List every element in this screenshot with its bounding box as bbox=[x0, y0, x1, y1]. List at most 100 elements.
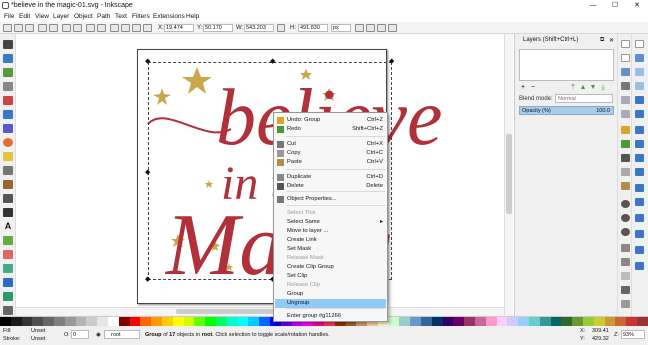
menu-file[interactable]: File bbox=[4, 13, 14, 20]
menu-path[interactable]: Path bbox=[97, 13, 110, 20]
context-menu-item[interactable]: Move to layer ... bbox=[275, 227, 386, 236]
snap-bbox-icon[interactable] bbox=[635, 54, 644, 62]
spiral-tool-icon[interactable] bbox=[3, 166, 13, 175]
snap-text-baseline-icon[interactable] bbox=[635, 214, 644, 222]
mesh-tool-icon[interactable] bbox=[3, 292, 13, 301]
zoom-tool-icon[interactable] bbox=[3, 82, 13, 91]
text-tool-icon[interactable]: A bbox=[3, 222, 13, 231]
paint-bucket-tool-icon[interactable] bbox=[3, 264, 13, 273]
palette-swatch[interactable] bbox=[226, 317, 238, 326]
palette-swatch[interactable] bbox=[561, 317, 573, 326]
palette-swatch[interactable] bbox=[572, 317, 584, 326]
save-file-icon[interactable] bbox=[621, 68, 630, 76]
minimize-button[interactable]: — bbox=[586, 1, 600, 11]
new-document-icon[interactable] bbox=[3, 24, 12, 32]
raise-icon[interactable] bbox=[121, 24, 130, 32]
opacity-slider[interactable]: Opacity (%) 100.0 bbox=[519, 106, 614, 115]
scale-handle-bottom-left[interactable]: ◆ bbox=[145, 276, 150, 283]
snap-page-border-icon[interactable] bbox=[635, 230, 644, 238]
vertical-scrollbar[interactable] bbox=[504, 34, 513, 315]
context-menu-item[interactable]: Create Clip Group bbox=[275, 263, 386, 272]
scale-handle-left[interactable]: ◆ bbox=[145, 169, 150, 176]
panel-float-icon[interactable]: ⧉ bbox=[600, 37, 604, 44]
context-menu-item[interactable]: Select Same ▸ bbox=[275, 218, 386, 227]
copy-toolbar-icon[interactable] bbox=[621, 154, 630, 162]
palette-swatch[interactable] bbox=[539, 317, 551, 326]
3d-box-tool-icon[interactable] bbox=[3, 124, 13, 133]
raise-to-top-icon[interactable] bbox=[110, 24, 119, 32]
gradient-tool-icon[interactable] bbox=[3, 278, 13, 287]
vertical-scroll-thumb[interactable] bbox=[506, 134, 512, 214]
opacity-spinbox[interactable]: 0 bbox=[71, 330, 89, 339]
palette-swatch[interactable] bbox=[183, 317, 195, 326]
unlink-clone-icon[interactable] bbox=[621, 272, 630, 280]
zoom-page-icon[interactable] bbox=[621, 228, 630, 236]
palette-swatch[interactable] bbox=[151, 317, 162, 326]
palette-swatch[interactable] bbox=[453, 317, 465, 326]
palette-swatch[interactable] bbox=[507, 317, 519, 326]
snap-nodes-icon[interactable] bbox=[635, 96, 644, 104]
lower-layer-icon[interactable]: ▼ bbox=[589, 84, 597, 92]
snap-smooth-nodes-icon[interactable] bbox=[635, 154, 644, 162]
paste-toolbar-icon[interactable] bbox=[621, 182, 630, 190]
pen-tool-icon[interactable] bbox=[3, 194, 13, 203]
flip-vertical-icon[interactable] bbox=[97, 24, 106, 32]
palette-swatch[interactable] bbox=[431, 317, 443, 326]
context-menu-item[interactable]: Redo Shift+Ctrl+Z bbox=[275, 125, 386, 134]
star-tool-icon[interactable] bbox=[3, 152, 13, 161]
palette-swatch[interactable] bbox=[388, 317, 400, 326]
palette-swatch[interactable] bbox=[97, 317, 108, 326]
palette-swatch[interactable] bbox=[485, 317, 497, 326]
panel-close-icon[interactable]: ✕ bbox=[609, 37, 614, 44]
palette-swatch[interactable] bbox=[107, 317, 119, 326]
zoom-drawing-icon[interactable] bbox=[621, 214, 630, 222]
calligraphy-tool-icon[interactable] bbox=[3, 208, 13, 217]
context-menu-item[interactable]: Cut Ctrl+X bbox=[275, 140, 386, 149]
palette-swatch[interactable] bbox=[637, 317, 648, 326]
rotate-cw-icon[interactable] bbox=[73, 24, 82, 32]
palette-swatch[interactable] bbox=[194, 317, 206, 326]
snap-paths-icon[interactable] bbox=[635, 110, 644, 118]
palette-swatch[interactable] bbox=[53, 317, 65, 326]
raise-layer-icon[interactable]: ▲ bbox=[579, 84, 587, 92]
clone-icon[interactable] bbox=[621, 258, 630, 266]
context-menu-item[interactable]: Copy Ctrl+C bbox=[275, 149, 386, 158]
palette-swatch[interactable] bbox=[205, 317, 216, 326]
palette-swatch[interactable] bbox=[215, 317, 227, 326]
layers-list[interactable] bbox=[519, 49, 614, 81]
palette-swatch[interactable] bbox=[399, 317, 411, 326]
menu-extensions[interactable]: Extensions bbox=[153, 13, 185, 20]
import-icon[interactable] bbox=[621, 96, 630, 104]
zoom-field[interactable]: 93% bbox=[621, 330, 645, 339]
layer-select[interactable]: root bbox=[104, 330, 140, 339]
palette-swatch[interactable] bbox=[43, 317, 54, 326]
save-icon[interactable] bbox=[25, 24, 34, 32]
palette-swatch[interactable] bbox=[496, 317, 508, 326]
snap-bbox-edge-icon[interactable] bbox=[635, 68, 644, 76]
menu-filters[interactable]: Filters bbox=[132, 13, 150, 20]
context-menu-item[interactable]: Create Link bbox=[275, 236, 386, 245]
deselect-icon[interactable] bbox=[49, 24, 58, 32]
open-file-icon[interactable] bbox=[621, 54, 630, 62]
add-layer-icon[interactable]: + bbox=[519, 84, 527, 92]
palette-swatch[interactable] bbox=[518, 317, 530, 326]
palette-swatch[interactable] bbox=[172, 317, 184, 326]
w-field[interactable]: 543.203 bbox=[244, 24, 274, 32]
measure-tool-icon[interactable] bbox=[3, 96, 13, 105]
duplicate-toolbar-icon[interactable] bbox=[621, 244, 630, 252]
context-menu-item[interactable]: Undo: Group Ctrl+Z bbox=[275, 116, 386, 125]
palette-swatch[interactable] bbox=[410, 317, 422, 326]
palette-swatch[interactable] bbox=[75, 317, 87, 326]
menu-text[interactable]: Text bbox=[115, 13, 127, 20]
fill-value[interactable]: Unset bbox=[31, 328, 45, 334]
blend-mode-select[interactable]: Normal bbox=[555, 94, 613, 103]
palette-swatch[interactable] bbox=[237, 317, 249, 326]
palette-swatch[interactable] bbox=[21, 317, 33, 326]
canvas[interactable]: believe in the Magic ◆ ◆ ◆ ◆ ◆ ◆ bbox=[16, 34, 514, 315]
group-toolbar-icon[interactable] bbox=[621, 286, 630, 294]
context-menu-item[interactable]: Delete Delete bbox=[275, 182, 386, 191]
palette-swatch[interactable] bbox=[248, 317, 260, 326]
snap-guides-icon[interactable] bbox=[635, 262, 644, 270]
dropper-tool-icon[interactable] bbox=[3, 306, 13, 315]
snap-intersections-icon[interactable] bbox=[635, 126, 644, 134]
